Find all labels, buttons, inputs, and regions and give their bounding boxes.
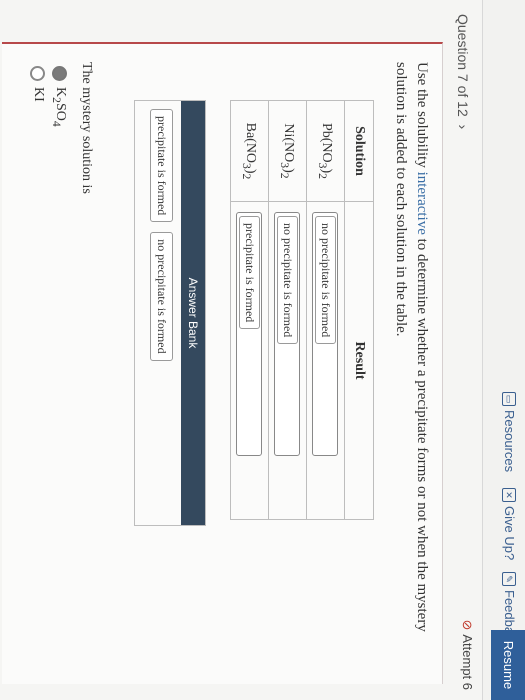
radio-unselected-icon[interactable] — [30, 66, 46, 81]
option-k2so4[interactable]: K2SO4 — [50, 66, 68, 127]
option-ki[interactable]: KI — [30, 66, 46, 102]
result-cell: no precipitate is formed — [306, 201, 345, 520]
table-row: Ni(NO3)2 no precipitate is formed — [268, 100, 307, 520]
table-row: Ba(NO3)2 precipitate is formed — [230, 100, 269, 520]
table-header-row: Solution Result — [344, 100, 374, 520]
attempt-label: Attempt 6 — [460, 634, 475, 690]
give-up-icon: ✕ — [502, 488, 517, 502]
interactive-link[interactable]: interactive — [414, 172, 430, 235]
solution-cell: Pb(NO3)2 — [306, 100, 345, 202]
question-counter: Question 7 of 12 — [455, 14, 471, 117]
resources-button[interactable]: ▭ Resources — [502, 392, 517, 472]
attempt-status-icon: ⊘ — [460, 619, 475, 631]
mystery-prompt: The mystery solution is — [79, 62, 94, 194]
option-label: K2SO4 — [50, 87, 68, 127]
solution-column-header: Solution — [344, 100, 374, 202]
result-cell: precipitate is formed — [230, 201, 269, 520]
attempt-indicator: ⊘ Attempt 6 — [459, 619, 475, 690]
answer-bank: Answer Bank precipitate is formed no pre… — [134, 100, 206, 526]
result-column-header: Result — [344, 201, 374, 520]
give-up-label: Give Up? — [502, 506, 517, 561]
result-drop-zone[interactable]: no precipitate is formed — [274, 212, 301, 456]
results-table: Solution Result Pb(NO3)2 no precipitate … — [230, 100, 374, 520]
question-instruction: Use the solubility interactive to determ… — [393, 62, 430, 632]
result-cell: no precipitate is formed — [268, 201, 307, 520]
result-drop-zone[interactable]: precipitate is formed — [236, 212, 263, 456]
answer-chip[interactable]: no precipitate is formed — [277, 216, 298, 345]
question-card: Use the solubility interactive to determ… — [2, 42, 443, 684]
result-drop-zone[interactable]: no precipitate is formed — [312, 212, 339, 456]
answer-bank-chip[interactable]: no precipitate is formed — [150, 232, 173, 361]
resources-icon: ▭ — [502, 392, 517, 406]
answer-bank-title: Answer Bank — [181, 101, 205, 525]
solution-cell: Ba(NO3)2 — [230, 100, 269, 202]
top-toolbar: ▭ Resources ✕ Give Up? ✎ Feedback Resume — [482, 0, 525, 700]
option-label: KI — [31, 87, 46, 102]
feedback-icon: ✎ — [502, 572, 517, 586]
answer-bank-items: precipitate is formed no precipitate is … — [142, 101, 181, 525]
radio-selected-icon[interactable] — [51, 66, 67, 81]
answer-bank-chip[interactable]: precipitate is formed — [150, 109, 173, 223]
question-navigator[interactable]: Question 7 of 12 › — [455, 14, 471, 129]
resume-button[interactable]: Resume — [491, 630, 525, 700]
answer-chip[interactable]: no precipitate is formed — [315, 216, 336, 345]
viewport: ▭ Resources ✕ Give Up? ✎ Feedback Resume… — [0, 0, 525, 700]
give-up-button[interactable]: ✕ Give Up? — [502, 488, 517, 560]
assignment-page: ▭ Resources ✕ Give Up? ✎ Feedback Resume… — [0, 0, 525, 700]
resources-label: Resources — [502, 410, 517, 473]
chevron-right-icon[interactable]: › — [455, 121, 471, 130]
answer-chip[interactable]: precipitate is formed — [239, 216, 260, 330]
solution-cell: Ni(NO3)2 — [268, 100, 307, 202]
table-row: Pb(NO3)2 no precipitate is formed — [306, 100, 345, 520]
